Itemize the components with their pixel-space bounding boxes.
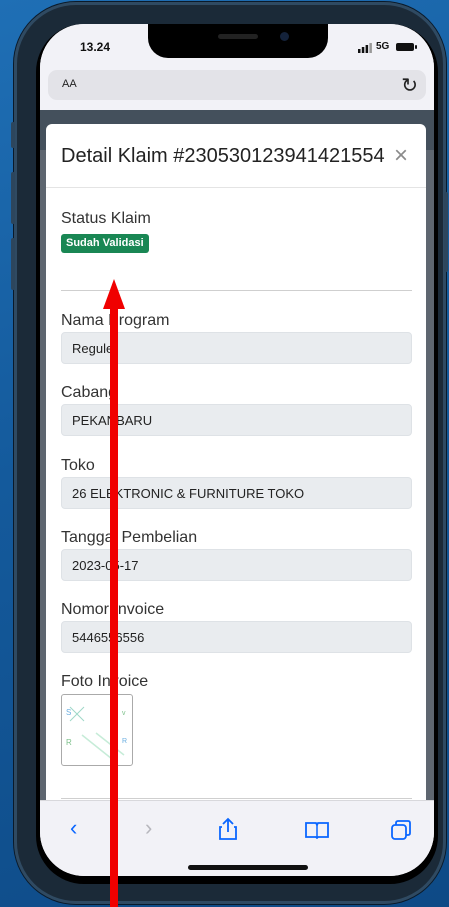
svg-text:v: v — [122, 710, 126, 717]
power-button — [444, 192, 448, 272]
bookmarks-icon[interactable] — [304, 821, 330, 839]
status-bar: 13.24 5G — [40, 24, 434, 72]
annotation-arrow-head — [103, 279, 125, 309]
purchase-date-value: 2023-05-17 — [72, 558, 139, 573]
tabs-icon[interactable] — [390, 819, 412, 841]
camera — [280, 32, 289, 41]
back-icon[interactable]: ‹ — [70, 815, 77, 841]
invoice-photo-thumbnail[interactable]: S v R R — [61, 694, 133, 766]
volume-down-button — [11, 238, 15, 290]
reader-mode-button[interactable]: AA — [62, 78, 77, 90]
purchase-date-label: Tanggal Pembelian — [61, 529, 198, 546]
mute-switch — [11, 122, 15, 148]
battery-icon — [396, 43, 417, 51]
store-label: Toko — [61, 457, 95, 474]
signal-icon — [358, 43, 372, 53]
svg-text:S: S — [66, 708, 71, 717]
clock: 13.24 — [80, 40, 111, 54]
network-label: 5G — [376, 41, 390, 52]
forward-icon[interactable]: › — [145, 815, 152, 841]
modal-header: Detail Klaim #230530123941421554 × — [46, 124, 426, 188]
branch-label: Cabang — [61, 384, 118, 401]
svg-text:R: R — [66, 738, 72, 747]
invoice-number-value: 5446556556 — [72, 630, 145, 645]
status-badge: Sudah Validasi — [61, 234, 149, 253]
notch — [148, 24, 328, 58]
invoice-photo-label: Foto Invoice — [61, 673, 149, 690]
close-icon[interactable]: × — [394, 144, 408, 168]
share-icon[interactable] — [218, 817, 238, 841]
claim-detail-modal: Detail Klaim #230530123941421554 × Statu… — [46, 124, 426, 800]
volume-up-button — [11, 172, 15, 224]
modal-title: Detail Klaim #230530123941421554 — [61, 145, 385, 167]
home-indicator — [188, 865, 308, 870]
invoice-image-icon: S v R R — [66, 706, 127, 760]
svg-text:R: R — [122, 738, 127, 745]
phone-screen: 13.24 5G AA ↻ Detail Klaim #230530123941… — [40, 24, 434, 876]
address-bar[interactable]: AA ↻ — [48, 70, 426, 100]
annotation-arrow — [110, 306, 118, 907]
status-label: Status Klaim — [61, 210, 151, 227]
safari-toolbar: ‹ › — [40, 800, 434, 876]
reload-icon[interactable]: ↻ — [401, 73, 418, 98]
speaker — [218, 34, 258, 39]
store-value: 26 ELEKTRONIC & FURNITURE TOKO — [72, 486, 305, 501]
